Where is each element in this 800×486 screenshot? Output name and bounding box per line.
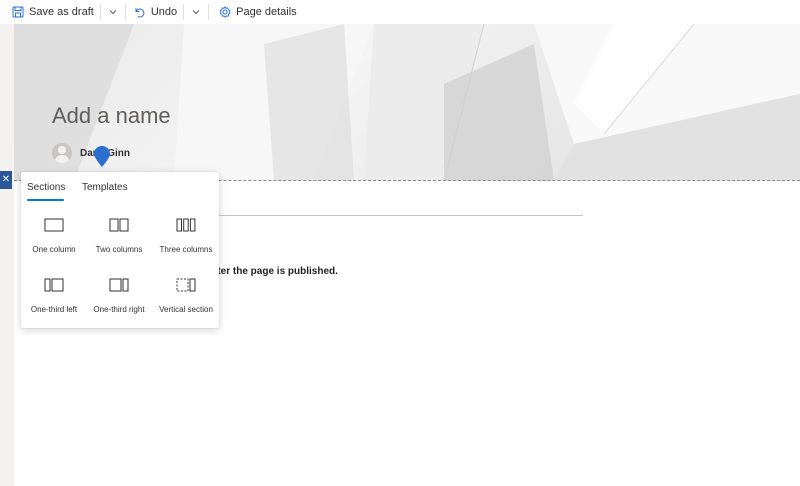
- title-region[interactable]: Add a name Dana Ginn: [14, 24, 800, 181]
- page-title-placeholder[interactable]: Add a name: [52, 103, 171, 129]
- selected-tab-indicator: [27, 199, 64, 201]
- close-icon: ✕: [1, 174, 11, 185]
- option-label: One-third right: [93, 305, 145, 314]
- one-column-icon: [44, 218, 64, 232]
- vertical-section-option[interactable]: Vertical section: [153, 278, 219, 322]
- avatar: [52, 143, 72, 163]
- option-label: Vertical section: [159, 305, 213, 314]
- one-column-option[interactable]: One column: [21, 218, 87, 262]
- page-details-label: Page details: [236, 6, 297, 18]
- two-columns-icon: [109, 218, 129, 232]
- page-details-button[interactable]: Page details: [219, 0, 297, 24]
- close-section-toolbox-button[interactable]: ✕: [0, 171, 12, 189]
- map-pin-icon: [94, 146, 110, 167]
- text-divider: [214, 215, 583, 216]
- section-toolbox: Sections Templates One column Two column…: [21, 172, 219, 328]
- tab-templates[interactable]: Templates: [82, 182, 128, 193]
- undo-options-chevron[interactable]: [188, 0, 204, 24]
- two-columns-option[interactable]: Two columns: [86, 218, 152, 262]
- save-icon: [12, 6, 24, 18]
- gear-icon: [219, 6, 231, 18]
- option-label: Two columns: [95, 245, 143, 254]
- option-label: One column: [32, 245, 76, 254]
- save-as-draft-button[interactable]: Save as draft: [12, 0, 94, 24]
- divider: [183, 4, 185, 20]
- three-columns-option[interactable]: Three columns: [153, 218, 219, 262]
- one-third-left-option[interactable]: One-third left: [21, 278, 87, 322]
- undo-icon: [135, 8, 145, 18]
- undo-label: Undo: [150, 6, 178, 18]
- command-bar: Save as draft Undo Page details: [0, 0, 800, 24]
- one-third-right-option[interactable]: One-third right: [86, 278, 152, 322]
- save-as-draft-label: Save as draft: [29, 6, 94, 18]
- option-label: One-third left: [30, 305, 78, 314]
- undo-button[interactable]: Undo: [134, 0, 177, 24]
- divider: [208, 4, 210, 20]
- author-byline: Dana Ginn: [52, 143, 130, 163]
- left-rail: [0, 24, 14, 486]
- three-columns-icon: [176, 218, 196, 232]
- one-third-right-icon: [109, 278, 129, 292]
- one-third-left-icon: [44, 278, 64, 292]
- divider: [124, 4, 126, 20]
- option-label: Three columns: [159, 245, 213, 254]
- chevron-down-icon: [109, 10, 117, 15]
- page-editor: Save as draft Undo Page details Add a na…: [0, 0, 800, 486]
- toolbox-tabs: Sections Templates: [21, 172, 219, 202]
- tab-sections[interactable]: Sections: [27, 182, 65, 193]
- divider: [99, 4, 101, 20]
- chevron-down-icon: [192, 10, 200, 15]
- body-text: fter the page is published.: [214, 266, 338, 277]
- save-options-chevron[interactable]: [105, 0, 121, 24]
- vertical-section-icon: [176, 278, 196, 292]
